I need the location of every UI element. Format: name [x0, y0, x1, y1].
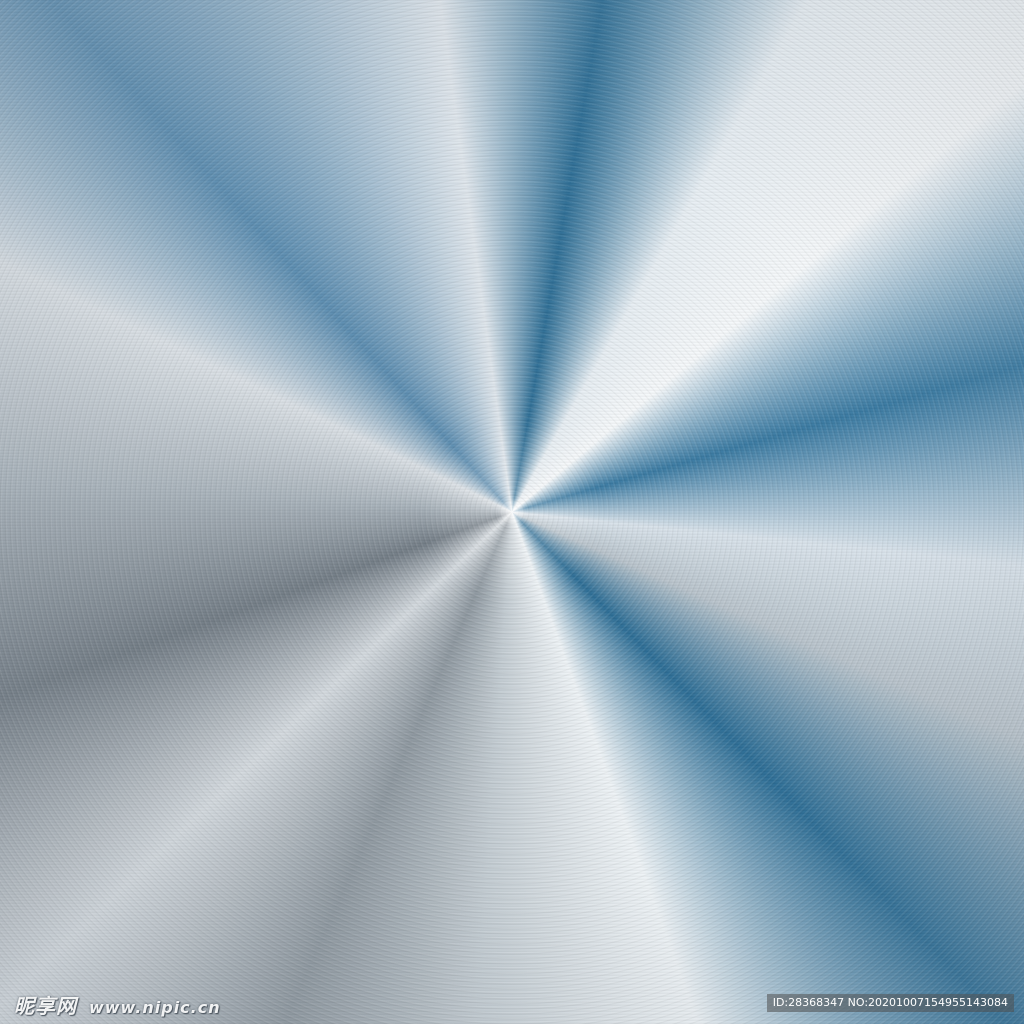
image-id-bar: ID:28368347 NO:20201007154955143084: [766, 994, 1014, 1012]
watermark-logo-text: 昵享网: [14, 994, 77, 1018]
brushed-metal-image: 昵享网 www.nipic.cn ID:28368347 NO:20201007…: [0, 0, 1024, 1024]
watermark: 昵享网 www.nipic.cn: [14, 990, 221, 1019]
center-highlight: [497, 497, 527, 527]
watermark-url: www.nipic.cn: [88, 998, 221, 1017]
